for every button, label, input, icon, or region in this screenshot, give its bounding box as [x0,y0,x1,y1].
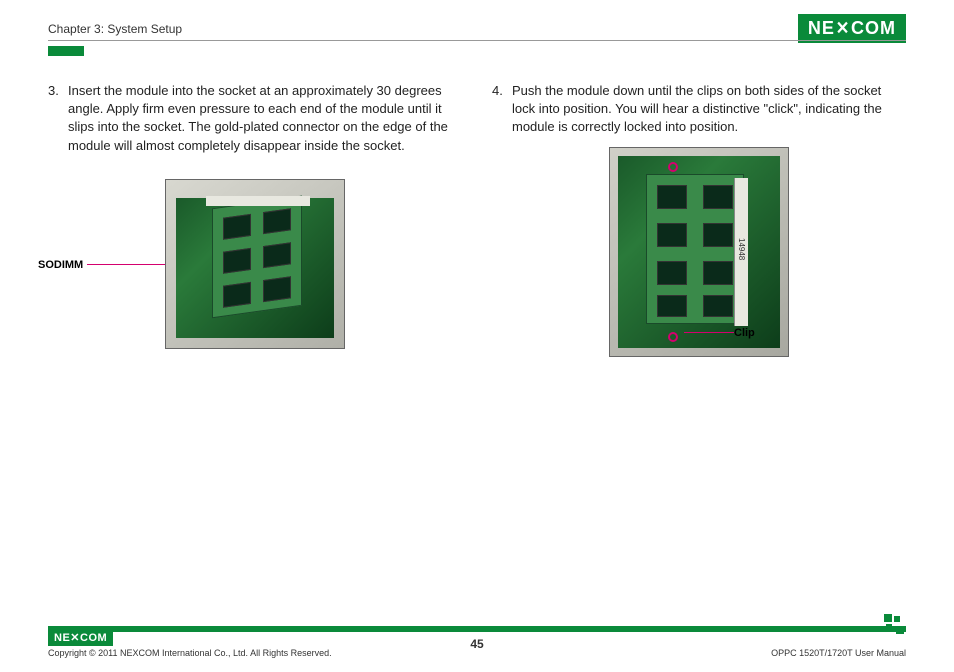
copyright-text: Copyright © 2011 NEXCOM International Co… [48,648,332,658]
chapter-title: Chapter 3: System Setup [48,22,182,36]
page-number: 45 [470,637,483,651]
step-number-4: 4. [492,82,512,137]
step-text-3: Insert the module into the socket at an … [68,82,462,155]
clip-figure: 14948 [609,147,789,357]
green-tab [48,46,84,56]
step-text-4: Push the module down until the clips on … [512,82,906,137]
left-column: 3. Insert the module into the socket at … [48,82,462,357]
nexcom-logo: NE✕COM [798,14,906,43]
footer-left: NE✕COM Copyright © 2011 NEXCOM Internati… [48,629,332,658]
clip-label: Clip [734,327,755,339]
sodimm-label: SODIMM [38,259,83,271]
sodimm-figure [165,179,345,349]
nexcom-logo-small: NE✕COM [48,629,113,646]
right-column: 4. Push the module down until the clips … [492,82,906,357]
manual-title: OPPC 1520T/1720T User Manual [771,648,906,658]
step-number-3: 3. [48,82,68,155]
header-rule [48,40,906,41]
